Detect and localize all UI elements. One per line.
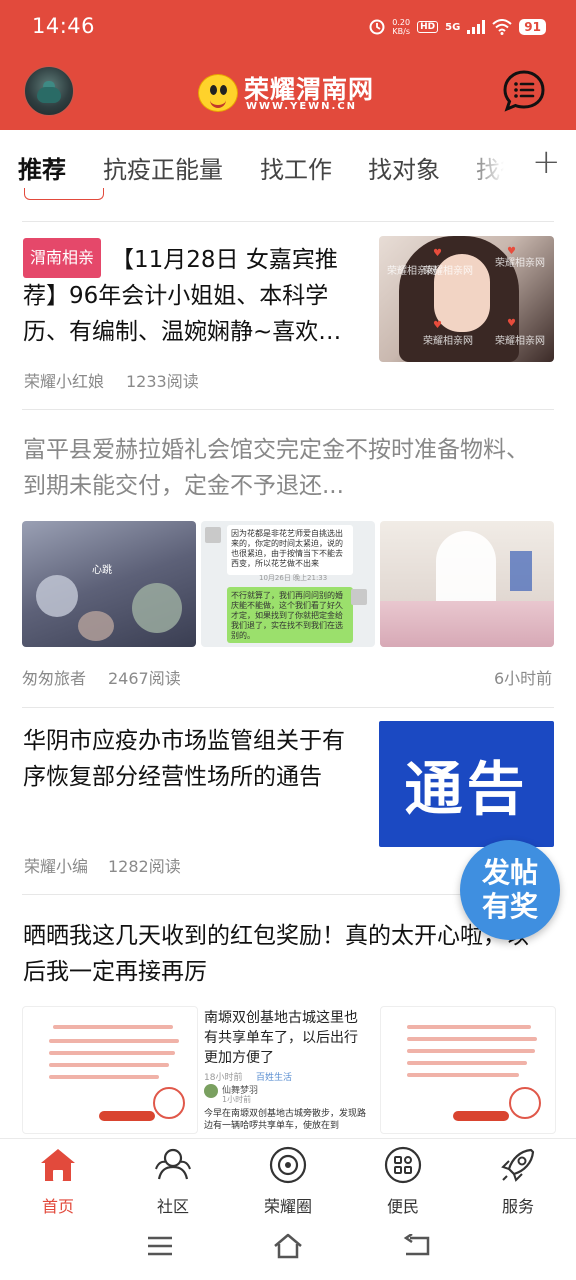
author-name: 荣耀小编 bbox=[24, 857, 89, 876]
tab-find-job[interactable]: 找工作 bbox=[260, 150, 332, 185]
feed-item-image[interactable]: 因为花都是非花艺师爱自挑选出来的，你定的时间太紧迫，说的也很紧迫，由于按情当下不… bbox=[201, 521, 375, 647]
app-header: 14:46 0.20 KB/s HD 5G 91 荣耀渭南网 WWW.YEWN.… bbox=[0, 0, 576, 130]
battery-level: 91 bbox=[519, 19, 546, 35]
site-logo: 荣耀渭南网 WWW.YEWN.CN bbox=[198, 70, 380, 114]
menu-icon[interactable] bbox=[146, 1234, 174, 1258]
divider bbox=[22, 221, 554, 222]
feed-item-image[interactable] bbox=[22, 1006, 198, 1134]
rocket-icon bbox=[501, 1148, 535, 1182]
author-name: 匆匆旅者 bbox=[22, 669, 87, 688]
logo-url: WWW.YEWN.CN bbox=[246, 101, 358, 112]
feed-item-title[interactable]: 华阴市应疫办市场监管组关于有序恢复部分经营性场所的通告 bbox=[23, 723, 358, 795]
add-tab-icon[interactable]: + bbox=[532, 142, 561, 182]
user-avatar[interactable] bbox=[24, 66, 74, 116]
category-tag: 渭南相亲 bbox=[23, 238, 102, 278]
feed-item-image[interactable]: 南塬双创基地古城这里也有共享单车了，以后出行更加方便了 18小时前 百姓生活 仙… bbox=[200, 1006, 376, 1132]
alarm-icon bbox=[369, 19, 385, 35]
notice-thumbnail[interactable]: 通告 bbox=[379, 721, 554, 847]
author-name: 荣耀小红娘 bbox=[24, 372, 105, 391]
read-count: 2467阅读 bbox=[108, 669, 181, 688]
circle-icon bbox=[269, 1146, 307, 1184]
read-count: 1233阅读 bbox=[126, 372, 199, 391]
feed-item-thumbnail[interactable]: 荣耀相亲网 荣耀相亲网 荣耀相亲网 荣耀相亲网 荣耀相亲网 ♥ ♥ ♥ ♥ bbox=[379, 236, 554, 362]
nav-convenience[interactable]: 便民 bbox=[353, 1145, 453, 1217]
feed-item-image[interactable] bbox=[380, 1006, 556, 1134]
signal-icon bbox=[467, 20, 486, 34]
feed-item-title[interactable]: 晒晒我这几天收到的红包奖励！真的太开心啦，以后我一定再接再厉 bbox=[23, 918, 543, 990]
feed-item-title[interactable]: 渭南相亲 【11月28日 女嘉宾推荐】96年会计小姐姐、本科学历、有编制、温婉娴静… bbox=[23, 238, 368, 350]
category-tabs: 推荐 抗疫正能量 找工作 找对象 找律 + bbox=[0, 130, 576, 200]
back-icon[interactable] bbox=[402, 1234, 432, 1258]
services-grid-icon bbox=[384, 1146, 422, 1184]
home-nav-icon[interactable] bbox=[272, 1232, 304, 1260]
system-navigation-bar bbox=[0, 1218, 576, 1280]
feed-item-title[interactable]: 富平县爱赫拉婚礼会馆交完定金不按时准备物料、到期未能交付，定金不予退还... bbox=[23, 432, 533, 504]
post-reward-button[interactable]: 发帖 有奖 bbox=[460, 840, 560, 940]
smiley-logo-icon bbox=[198, 74, 238, 112]
hd-badge: HD bbox=[417, 21, 439, 33]
tab-anti-epidemic[interactable]: 抗疫正能量 bbox=[103, 150, 223, 185]
net-speed: 0.20 KB/s bbox=[392, 18, 411, 36]
network-type: 5G bbox=[445, 21, 461, 33]
feed-item-image[interactable]: 心跳 bbox=[22, 521, 196, 647]
wifi-icon bbox=[492, 19, 512, 35]
feed-item-image[interactable] bbox=[380, 521, 554, 647]
message-icon[interactable] bbox=[502, 69, 546, 113]
status-icons: 0.20 KB/s HD 5G 91 bbox=[369, 14, 546, 40]
nav-services[interactable]: 服务 bbox=[468, 1145, 568, 1217]
read-count: 1282阅读 bbox=[108, 857, 181, 876]
status-bar: 14:46 0.20 KB/s HD 5G 91 bbox=[0, 0, 576, 52]
active-tab-indicator bbox=[24, 188, 104, 200]
bottom-navigation: 首页 社区 荣耀圈 便民 服务 bbox=[0, 1138, 576, 1219]
nav-honor-circle[interactable]: 荣耀圈 bbox=[238, 1145, 338, 1217]
nav-home[interactable]: 首页 bbox=[8, 1145, 108, 1217]
status-time: 14:46 bbox=[32, 14, 96, 38]
divider bbox=[22, 409, 554, 410]
divider bbox=[22, 707, 554, 708]
post-time: 6小时前 bbox=[494, 669, 553, 688]
nav-community[interactable]: 社区 bbox=[123, 1145, 223, 1217]
tab-recommend[interactable]: 推荐 bbox=[18, 150, 66, 185]
tab-find-partner[interactable]: 找对象 bbox=[368, 150, 440, 185]
home-icon bbox=[41, 1149, 75, 1181]
community-icon bbox=[155, 1148, 191, 1180]
